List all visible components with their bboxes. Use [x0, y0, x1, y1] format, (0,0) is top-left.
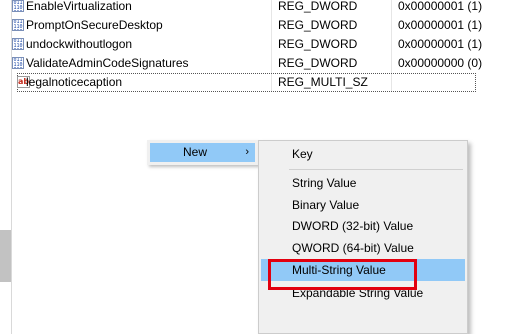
- submenu-item-string-value[interactable]: String Value: [261, 172, 465, 194]
- annotation-highlight-box: [268, 259, 417, 290]
- tree-pane-scrollbar-thumb[interactable]: [0, 230, 11, 282]
- submenu-item-binary-value[interactable]: Binary Value: [261, 194, 465, 216]
- submenu-item-qword-value[interactable]: QWORD (64-bit) Value: [261, 237, 465, 259]
- registry-value-row-selected[interactable]: ab legalnoticecaption REG_MULTI_SZ: [17, 73, 476, 92]
- binary-value-icon: 011 110 010: [12, 57, 24, 69]
- value-type: REG_DWORD: [278, 37, 358, 51]
- value-name: PromptOnSecureDesktop: [26, 18, 163, 32]
- value-type: REG_DWORD: [278, 18, 358, 32]
- value-name: EnableVirtualization: [26, 0, 132, 13]
- new-submenu: Key String Value Binary Value DWORD (32-…: [258, 140, 468, 334]
- binary-value-icon: 011 110 010: [12, 38, 24, 50]
- registry-value-row[interactable]: 011 110 010 undockwithoutlogon REG_DWORD…: [12, 35, 530, 54]
- tree-pane-edge: [0, 0, 12, 334]
- submenu-item-key[interactable]: Key: [261, 143, 465, 165]
- value-type: REG_DWORD: [278, 0, 358, 13]
- value-data: 0x00000000 (0): [398, 56, 483, 70]
- value-type: REG_MULTI_SZ: [278, 75, 368, 89]
- registry-value-list: 011 110 010 EnableVirtualization REG_DWO…: [12, 0, 530, 100]
- value-type: REG_DWORD: [278, 56, 358, 70]
- value-name: undockwithoutlogon: [26, 37, 133, 51]
- submenu-item-dword-value[interactable]: DWORD (32-bit) Value: [261, 215, 465, 237]
- new-label: New: [183, 145, 208, 159]
- value-data: 0x00000001 (1): [398, 0, 483, 13]
- value-data: 0x00000001 (1): [398, 18, 483, 32]
- context-menu: New ›: [147, 140, 258, 165]
- menu-separator: [289, 169, 463, 170]
- value-name: legalnoticecaption: [26, 75, 123, 89]
- registry-value-row[interactable]: 011 110 010 PromptOnSecureDesktop REG_DW…: [12, 16, 530, 35]
- binary-value-icon: 011 110 010: [12, 19, 24, 31]
- binary-value-icon: 011 110 010: [12, 0, 24, 12]
- registry-value-row[interactable]: 011 110 010 EnableVirtualization REG_DWO…: [12, 0, 530, 16]
- context-menu-new-item[interactable]: New ›: [150, 143, 255, 162]
- chevron-right-icon: ›: [245, 146, 249, 158]
- value-name: ValidateAdminCodeSignatures: [26, 56, 189, 70]
- registry-value-row[interactable]: 011 110 010 ValidateAdminCodeSignatures …: [12, 54, 530, 73]
- value-data: 0x00000001 (1): [398, 37, 483, 51]
